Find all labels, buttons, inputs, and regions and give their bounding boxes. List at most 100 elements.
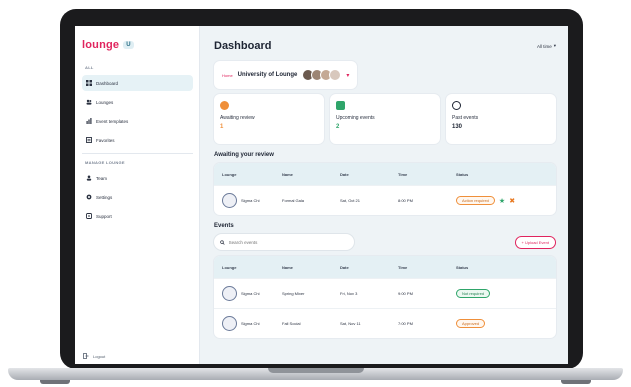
column-header[interactable]: Name bbox=[282, 265, 340, 270]
logo[interactable]: lounge U bbox=[82, 39, 193, 51]
stat-card-awaiting[interactable]: Awaiting review 1 bbox=[214, 94, 324, 144]
column-header[interactable]: Lounge bbox=[222, 265, 282, 270]
sidebar-item-lounges[interactable]: Lounges bbox=[82, 94, 193, 110]
column-header[interactable]: Status bbox=[456, 172, 548, 177]
events-section-title: Events bbox=[214, 223, 234, 229]
main-content: Dashboard All time ▾ Home University of … bbox=[200, 26, 568, 364]
time-filter-value: All time bbox=[536, 43, 552, 49]
lounge-cell: Sigma Chi bbox=[222, 286, 282, 301]
reject-icon[interactable]: ✖ bbox=[509, 197, 515, 205]
header: Dashboard All time ▾ bbox=[214, 40, 556, 52]
sidebar-section-label: ALL bbox=[85, 65, 94, 70]
lounge-name: Sigma Chi bbox=[241, 198, 260, 203]
row-actions: Action required ★ ✖ bbox=[456, 196, 548, 205]
stat-value: 1 bbox=[220, 124, 224, 130]
calendar-icon bbox=[336, 101, 345, 110]
sidebar-item-event-templates[interactable]: Event templates bbox=[82, 113, 193, 129]
sidebar-section-label: MANAGE LOUNGE bbox=[85, 160, 125, 165]
clock-icon bbox=[220, 101, 229, 110]
list-icon bbox=[86, 137, 92, 143]
avatar bbox=[329, 69, 342, 81]
column-header[interactable]: Date bbox=[340, 172, 398, 177]
sidebar-item-label: Event templates bbox=[96, 118, 129, 124]
gear-icon bbox=[86, 194, 92, 200]
search-box bbox=[214, 234, 354, 250]
stat-card-upcoming[interactable]: Upcoming events 2 bbox=[330, 94, 440, 144]
stat-value: 2 bbox=[336, 124, 340, 130]
table-row[interactable]: Sigma Chi Fall Social Sat, Nov 11 7:00 P… bbox=[214, 308, 556, 338]
search-input[interactable] bbox=[228, 239, 348, 245]
stats-row: Awaiting review 1 Upcoming events 2 Past… bbox=[214, 94, 556, 144]
column-header[interactable]: Time bbox=[398, 265, 456, 270]
column-header[interactable]: Time bbox=[398, 172, 456, 177]
time-filter-dropdown[interactable]: All time ▾ bbox=[537, 43, 556, 49]
table-header: Lounge Name Date Time Status bbox=[214, 163, 556, 185]
laptop-notch bbox=[268, 368, 364, 373]
sidebar-item-team[interactable]: Team bbox=[82, 170, 193, 186]
lounge-cell: Sigma Chi bbox=[222, 193, 282, 208]
chart-icon bbox=[86, 118, 92, 124]
sidebar-item-label: Favorites bbox=[96, 137, 115, 143]
logout-label: Logout bbox=[93, 353, 106, 359]
member-avatars bbox=[302, 69, 342, 81]
sidebar-item-settings[interactable]: Settings bbox=[82, 189, 193, 205]
sidebar-item-label: Lounges bbox=[96, 99, 114, 105]
sidebar: lounge U ALL Dashboard Lounges Event tem… bbox=[75, 26, 200, 364]
event-name: Spring Mixer bbox=[282, 291, 305, 296]
sidebar-item-label: Support bbox=[96, 213, 112, 219]
stat-label: Upcoming events bbox=[336, 115, 375, 121]
crest-icon bbox=[222, 286, 237, 301]
row-actions: Approved bbox=[456, 319, 548, 328]
sidebar-item-support[interactable]: Support bbox=[82, 208, 193, 224]
lounge-name: Sigma Chi bbox=[241, 321, 260, 326]
logo-badge: U bbox=[123, 41, 134, 49]
stat-label: Past events bbox=[452, 115, 479, 121]
stat-card-past[interactable]: Past events 130 bbox=[446, 94, 556, 144]
history-icon bbox=[452, 101, 461, 110]
university-tag: Home bbox=[222, 72, 233, 78]
column-header[interactable]: Date bbox=[340, 265, 398, 270]
event-date: Sat, Oct 21 bbox=[340, 198, 361, 203]
event-time: 9:00 PM bbox=[398, 291, 413, 296]
chevron-down-icon: ▾ bbox=[346, 72, 350, 79]
stat-value: 130 bbox=[452, 124, 463, 130]
events-toolbar: + Upload Event bbox=[214, 234, 556, 250]
event-time: 7:00 PM bbox=[398, 321, 413, 326]
upload-event-button[interactable]: + Upload Event bbox=[514, 235, 556, 249]
sidebar-item-label: Team bbox=[96, 175, 108, 181]
crest-icon bbox=[222, 316, 237, 331]
crest-icon bbox=[222, 193, 237, 208]
table-row[interactable]: Sigma Chi Spring Mixer Fri, Nov 3 9:00 P… bbox=[214, 278, 556, 308]
approve-icon[interactable]: ★ bbox=[499, 197, 505, 205]
table-header: Lounge Name Date Time Status bbox=[214, 256, 556, 278]
awaiting-table: Lounge Name Date Time Status Sigma Chi F… bbox=[214, 163, 556, 215]
lounge-name: Sigma Chi bbox=[241, 291, 260, 296]
team-icon bbox=[86, 175, 92, 181]
column-header[interactable]: Status bbox=[456, 265, 548, 270]
logout-link[interactable]: Logout bbox=[83, 353, 105, 359]
sidebar-item-label: Dashboard bbox=[96, 80, 119, 86]
event-name: Formal Gala bbox=[282, 198, 305, 203]
sidebar-divider bbox=[82, 153, 193, 154]
sidebar-item-label: Settings bbox=[96, 194, 113, 200]
table-row[interactable]: Sigma Chi Formal Gala Sat, Oct 21 8:00 P… bbox=[214, 185, 556, 215]
support-icon bbox=[86, 213, 92, 219]
sidebar-item-favorites[interactable]: Favorites bbox=[82, 132, 193, 148]
column-header[interactable]: Lounge bbox=[222, 172, 282, 177]
app-screen: lounge U ALL Dashboard Lounges Event tem… bbox=[75, 26, 568, 364]
status-badge: Approved bbox=[456, 319, 486, 328]
laptop-foot-left bbox=[40, 380, 70, 384]
column-header[interactable]: Name bbox=[282, 172, 340, 177]
sidebar-item-dashboard[interactable]: Dashboard bbox=[82, 75, 193, 91]
awaiting-section-title: Awaiting your review bbox=[214, 152, 274, 158]
status-badge: Not required bbox=[456, 289, 491, 298]
event-date: Sat, Nov 11 bbox=[340, 321, 361, 326]
row-actions: Not required bbox=[456, 289, 548, 298]
events-table: Lounge Name Date Time Status Sigma Chi S… bbox=[214, 256, 556, 338]
status-badge: Action required bbox=[456, 196, 495, 205]
lounge-cell: Sigma Chi bbox=[222, 316, 282, 331]
event-name: Fall Social bbox=[282, 321, 301, 326]
university-selector[interactable]: Home University of Lounge ▾ bbox=[214, 61, 358, 89]
logo-text: lounge bbox=[82, 39, 120, 51]
chevron-down-icon: ▾ bbox=[553, 43, 556, 48]
